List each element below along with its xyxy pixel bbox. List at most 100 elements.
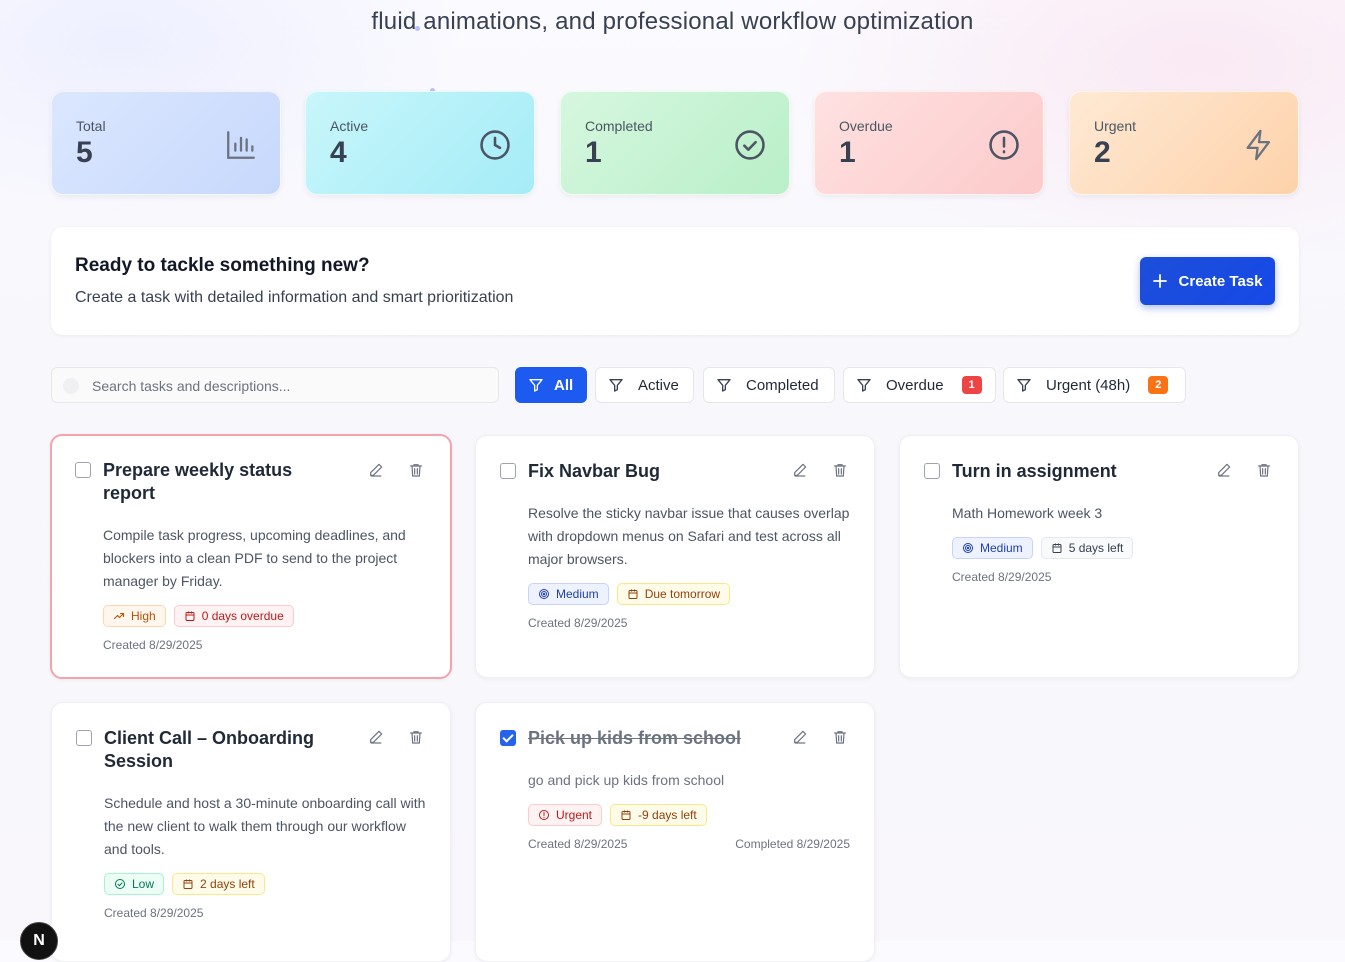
create-task-button[interactable]: Create Task bbox=[1140, 257, 1275, 305]
filter-overdue[interactable]: Overdue 1 bbox=[843, 367, 996, 403]
task-actions bbox=[1216, 462, 1272, 478]
stat-card-total: Total 5 bbox=[51, 91, 281, 195]
task-actions bbox=[792, 462, 848, 478]
filter-label: All bbox=[554, 376, 574, 394]
trending-up-icon bbox=[113, 612, 125, 620]
created-date: Created 8/29/2025 bbox=[952, 570, 1052, 584]
alert-circle-icon bbox=[989, 130, 1019, 160]
due-tag: Due tomorrow bbox=[616, 583, 731, 605]
task-card: Pick up kids from school go and pick up … bbox=[475, 702, 875, 962]
stat-card-urgent: Urgent 2 bbox=[1069, 91, 1299, 195]
due-tag: 5 days left bbox=[1040, 537, 1134, 559]
filter-icon bbox=[717, 379, 731, 392]
due-label: 2 days left bbox=[200, 877, 255, 891]
task-meta: Created 8/29/2025 bbox=[103, 638, 427, 652]
filter-completed[interactable]: Completed bbox=[703, 367, 835, 403]
task-card: Client Call – Onboarding Session Schedul… bbox=[51, 702, 451, 962]
due-label: -9 days left bbox=[638, 808, 697, 822]
trash-icon[interactable] bbox=[408, 462, 424, 478]
filter-icon bbox=[609, 379, 623, 392]
filter-label: Urgent (48h) bbox=[1046, 376, 1131, 394]
search-icon bbox=[63, 378, 79, 394]
page-subtitle: fluid animations, and professional workf… bbox=[371, 8, 974, 35]
due-tag: 0 days overdue bbox=[173, 605, 294, 627]
task-actions bbox=[792, 729, 848, 745]
stat-card-active: Active 4 bbox=[305, 91, 535, 195]
filter-active[interactable]: Active bbox=[595, 367, 694, 403]
calendar-icon bbox=[1052, 543, 1062, 553]
task-actions bbox=[368, 729, 424, 745]
task-tags: Low 2 days left bbox=[104, 873, 426, 895]
task-checkbox[interactable] bbox=[76, 730, 92, 746]
due-label: 5 days left bbox=[1068, 541, 1124, 555]
task-checkbox[interactable] bbox=[500, 463, 516, 479]
priority-tag: High bbox=[103, 605, 166, 627]
edit-icon[interactable] bbox=[368, 729, 384, 745]
overdue-count-badge: 1 bbox=[961, 376, 982, 394]
task-card: Prepare weekly status report Compile tas… bbox=[50, 434, 452, 679]
search-input[interactable] bbox=[90, 368, 494, 404]
search-box bbox=[51, 367, 499, 404]
completed-date: Completed 8/29/2025 bbox=[735, 837, 850, 851]
task-checkbox[interactable] bbox=[75, 462, 91, 478]
priority-label: Medium bbox=[556, 587, 599, 601]
task-description: Resolve the sticky navbar issue that cau… bbox=[528, 505, 850, 567]
task-tags: Medium Due tomorrow bbox=[528, 583, 850, 605]
filter-label: Overdue bbox=[886, 376, 944, 394]
priority-label: Urgent bbox=[556, 808, 593, 822]
target-icon bbox=[963, 543, 973, 553]
trash-icon[interactable] bbox=[1256, 462, 1272, 478]
trash-icon[interactable] bbox=[832, 729, 848, 745]
create-panel-title: Ready to tackle something new? bbox=[75, 255, 370, 276]
calendar-icon bbox=[628, 589, 638, 599]
due-tag: -9 days left bbox=[610, 804, 707, 826]
task-meta: Created 8/29/2025 bbox=[104, 906, 426, 920]
priority-tag: Urgent bbox=[528, 804, 603, 826]
clock-icon bbox=[480, 130, 510, 160]
task-checkbox[interactable] bbox=[500, 730, 516, 746]
task-card: Fix Navbar Bug Resolve the sticky navbar… bbox=[475, 435, 875, 678]
priority-tag: Medium bbox=[528, 583, 609, 605]
created-date: Created 8/29/2025 bbox=[103, 638, 203, 652]
lightning-icon bbox=[1246, 129, 1271, 161]
edit-icon[interactable] bbox=[792, 462, 808, 478]
bar-chart-icon bbox=[227, 131, 255, 159]
filter-icon bbox=[1017, 379, 1031, 392]
filter-icon bbox=[857, 379, 871, 392]
calendar-icon bbox=[185, 611, 195, 621]
task-actions bbox=[368, 462, 424, 478]
edit-icon[interactable] bbox=[1216, 462, 1232, 478]
task-meta: Created 8/29/2025 bbox=[952, 570, 1274, 584]
priority-label: Medium bbox=[980, 541, 1023, 555]
task-meta: Created 8/29/2025 bbox=[528, 616, 850, 630]
task-description: go and pick up kids from school bbox=[528, 772, 725, 788]
created-date: Created 8/29/2025 bbox=[528, 837, 628, 851]
plus-icon bbox=[1152, 274, 1167, 288]
check-circle-icon bbox=[115, 879, 125, 889]
task-description: Math Homework week 3 bbox=[952, 505, 1103, 521]
task-description: Schedule and host a 30-minute onboarding… bbox=[104, 795, 426, 857]
trash-icon[interactable] bbox=[408, 729, 424, 745]
edit-icon[interactable] bbox=[792, 729, 808, 745]
task-title: Prepare weekly status report bbox=[103, 460, 293, 503]
dev-tools-badge[interactable]: N bbox=[20, 922, 58, 960]
task-tags: Medium 5 days left bbox=[952, 537, 1274, 559]
check-circle-icon bbox=[735, 130, 765, 160]
alert-circle-icon bbox=[539, 810, 549, 820]
priority-tag: Low bbox=[104, 873, 165, 895]
filter-label: Completed bbox=[746, 376, 819, 394]
filter-all[interactable]: All bbox=[515, 367, 587, 403]
target-icon bbox=[539, 589, 549, 599]
priority-label: Low bbox=[132, 877, 155, 891]
filter-urgent[interactable]: Urgent (48h) 2 bbox=[1003, 367, 1186, 403]
calendar-icon bbox=[183, 879, 193, 889]
trash-icon[interactable] bbox=[832, 462, 848, 478]
task-meta: Created 8/29/2025 Completed 8/29/2025 bbox=[528, 837, 850, 851]
due-label: 0 days overdue bbox=[201, 609, 284, 623]
stat-card-overdue: Overdue 1 bbox=[814, 91, 1044, 195]
edit-icon[interactable] bbox=[368, 462, 384, 478]
task-checkbox[interactable] bbox=[924, 463, 940, 479]
task-tags: Urgent -9 days left bbox=[528, 804, 850, 826]
create-task-panel: Ready to tackle something new? Create a … bbox=[51, 227, 1299, 335]
priority-label: High bbox=[131, 609, 156, 623]
